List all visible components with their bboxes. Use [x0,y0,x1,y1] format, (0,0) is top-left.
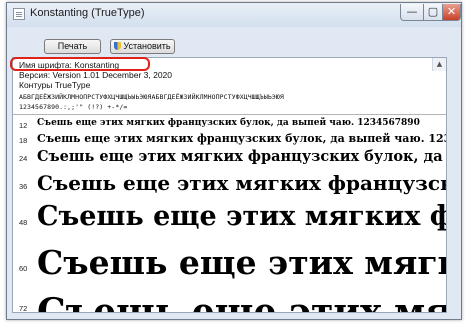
minimize-button[interactable]: — [400,4,424,21]
charset-line-1: АБВГДЕЁЖЗИЙКЛМНОПРСТУФХЦЧШЩЪЫЬЭЮЯАБВГДЕЁ… [19,93,284,101]
sample-size-label: 12 [19,121,28,130]
sample-size-label: 72 [19,304,28,313]
charset-line-2: 1234567890.:,;'" (!?) +-*/= [19,103,128,111]
title-bar[interactable]: Konstanting (TrueType) — ▢ ✕ [7,3,461,27]
sample-text: Съешь еще этих мягких французских [37,243,446,282]
install-button[interactable]: Установить [110,39,175,54]
close-button[interactable]: ✕ [442,4,461,21]
version-line: Версия: Version 1.01 December 3, 2020 [19,70,172,80]
sample-text: Съешь еще этих мягких французских булок,… [37,118,420,128]
sample-text: Съешь еще этих мягких французских булок [37,201,446,232]
sample-text: Съешь еще этих мягких [37,291,446,313]
maximize-button[interactable]: ▢ [423,4,443,21]
sample-size-label: 60 [19,264,28,273]
sample-size-label: 36 [19,182,28,191]
font-file-icon [13,8,25,20]
install-button-label: Установить [123,41,171,51]
sample-text: Съешь еще этих мягких французских булок,… [37,148,446,165]
outlines-line: Контуры TrueType [19,80,91,90]
highlight-annotation [10,57,150,71]
sample-size-label: 24 [19,154,28,163]
print-button[interactable]: Печать [44,39,101,54]
sample-text: Съешь еще этих мягких французских булок,… [37,132,446,145]
scroll-up-arrow-icon[interactable]: ▲ [432,58,446,71]
window-title: Konstanting (TrueType) [30,7,145,19]
font-preview-pane[interactable]: ▲ Имя шрифта: Konstanting Версия: Versio… [12,57,447,313]
print-button-label: Печать [57,41,88,51]
sample-size-label: 18 [19,136,28,145]
shield-icon [114,42,122,50]
sample-size-label: 48 [19,218,28,227]
sample-text: Съешь еще этих мягких французских булок,… [37,171,446,195]
separator [13,114,446,115]
